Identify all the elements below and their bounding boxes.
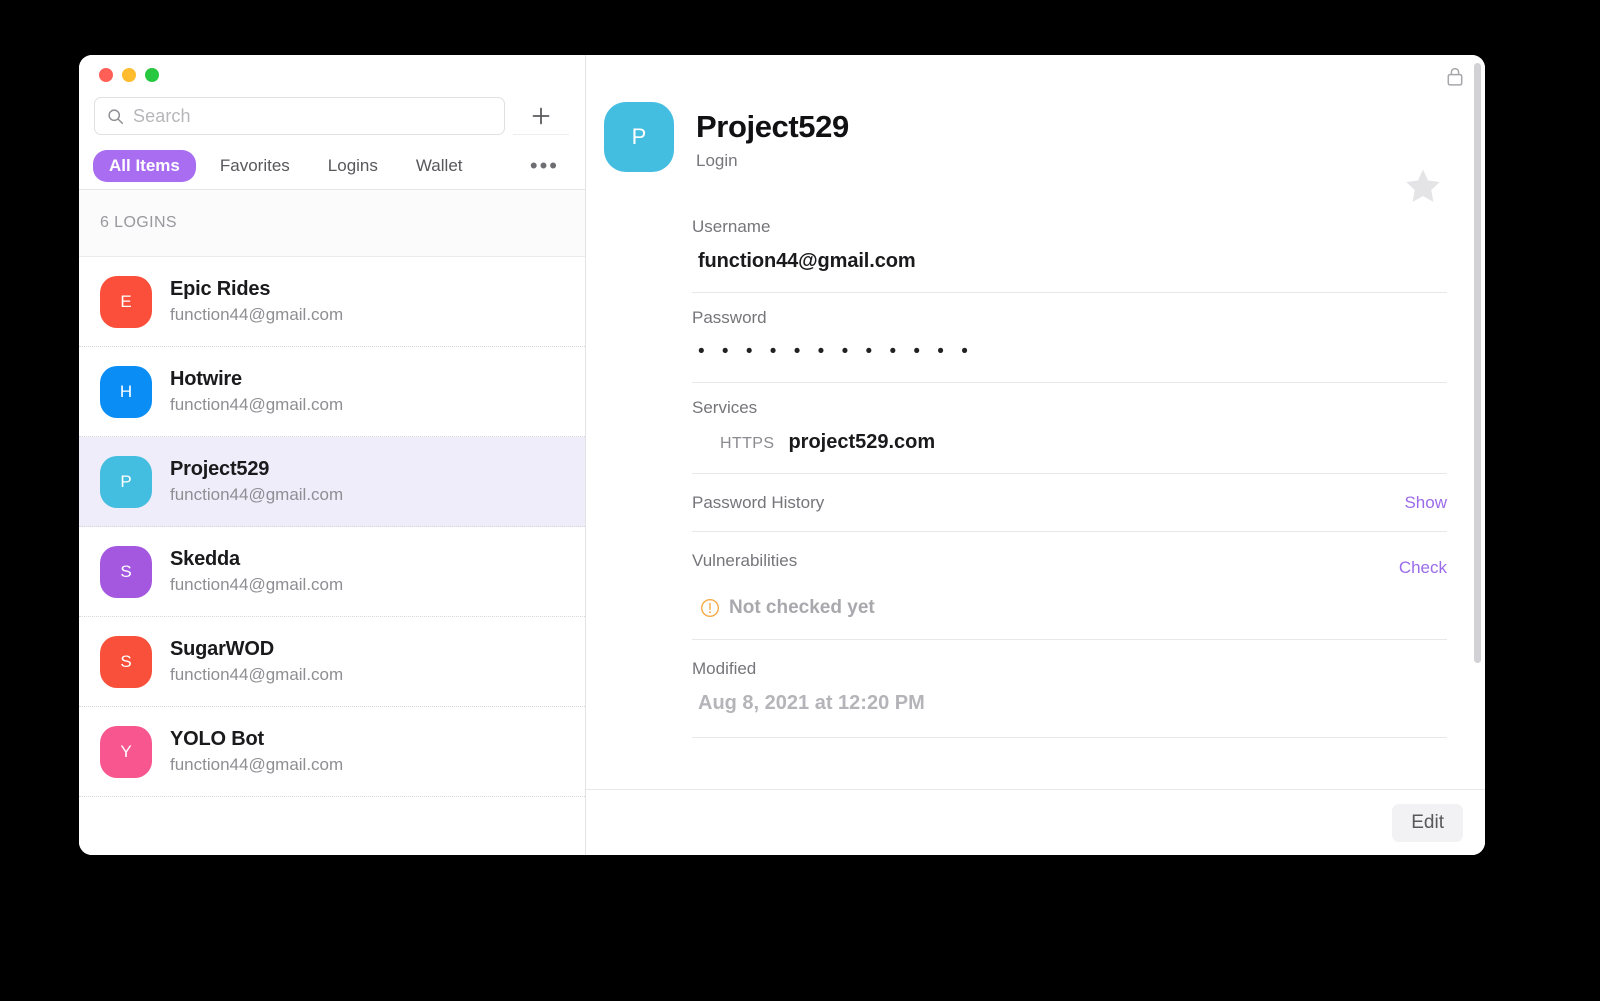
list-item-title: Epic Rides <box>170 278 271 300</box>
search-row: Search <box>79 90 585 142</box>
filter-tabs: All Items Favorites Logins Wallet ••• <box>79 142 585 190</box>
list-item-text: SugarWOD function44@gmail.com <box>170 638 343 685</box>
service-scheme: HTTPS <box>720 435 775 452</box>
list-item-subtitle: function44@gmail.com <box>170 485 344 504</box>
list-item[interactable]: E Epic Rides function44@gmail.com <box>79 257 585 347</box>
detail-scroll-area: P Project529 Login Username function44@g… <box>586 55 1485 789</box>
list-item-subtitle: function44@gmail.com <box>170 665 344 684</box>
avatar: H <box>100 365 152 418</box>
username-field[interactable]: Username function44@gmail.com <box>692 202 1447 293</box>
password-label: Password <box>692 308 767 327</box>
warning-circle-icon <box>700 598 720 618</box>
window-controls <box>79 55 585 90</box>
vulnerabilities-header: Vulnerabilities Check <box>692 551 1447 584</box>
lock-closed-icon <box>1447 67 1463 86</box>
list-item-title: Hotwire <box>170 368 242 390</box>
modified-block: Modified Aug 8, 2021 at 12:20 PM <box>692 640 1447 738</box>
list-item-title: Project529 <box>170 458 270 480</box>
modified-value: Aug 8, 2021 at 12:20 PM <box>698 692 925 714</box>
avatar: S <box>100 545 152 598</box>
services-field: Services HTTPS project529.com <box>692 383 1447 474</box>
search-placeholder: Search <box>133 105 191 126</box>
avatar: S <box>100 635 152 688</box>
username-label: Username <box>692 217 771 236</box>
service-entry[interactable]: HTTPS project529.com <box>692 431 1447 454</box>
avatar: P <box>100 455 152 508</box>
detail-avatar: P <box>604 102 674 172</box>
password-masked-value: • • • • • • • • • • • • <box>698 341 974 362</box>
show-password-history-button[interactable]: Show <box>1404 493 1447 513</box>
zoom-button[interactable] <box>145 68 159 82</box>
detail-footer: Edit <box>586 789 1485 855</box>
services-label: Services <box>692 398 758 417</box>
list-item[interactable]: S Skedda function44@gmail.com <box>79 527 585 617</box>
add-item-button[interactable] <box>513 97 569 135</box>
modified-label: Modified <box>692 659 757 678</box>
detail-scrollbar[interactable] <box>1474 63 1481 663</box>
star-icon[interactable] <box>1403 167 1443 205</box>
avatar: Y <box>100 725 152 778</box>
list-item[interactable]: H Hotwire function44@gmail.com <box>79 347 585 437</box>
item-type-label: Login <box>696 151 738 170</box>
detail-header: P Project529 Login <box>586 55 1485 172</box>
detail-fields: Username function44@gmail.com Password •… <box>692 202 1447 738</box>
close-button[interactable] <box>99 68 113 82</box>
list-item-subtitle: function44@gmail.com <box>170 395 344 414</box>
tab-logins[interactable]: Logins <box>314 150 392 182</box>
search-input[interactable]: Search <box>94 97 505 135</box>
list-item-text: Skedda function44@gmail.com <box>170 548 343 595</box>
password-history-row: Password History Show <box>692 474 1447 532</box>
vulnerabilities-label: Vulnerabilities <box>692 551 798 570</box>
list-item-title: YOLO Bot <box>170 728 264 750</box>
username-value: function44@gmail.com <box>698 250 916 272</box>
tab-favorites[interactable]: Favorites <box>206 150 304 182</box>
list-item-text: Project529 function44@gmail.com <box>170 458 343 505</box>
list-item-text: Epic Rides function44@gmail.com <box>170 278 343 325</box>
avatar: E <box>100 275 152 328</box>
list-item-title: SugarWOD <box>170 638 274 660</box>
list-item-subtitle: function44@gmail.com <box>170 575 344 594</box>
tab-wallet[interactable]: Wallet <box>402 150 477 182</box>
sidebar: Search All Items Favorites Logins Wallet… <box>79 55 586 855</box>
service-host: project529.com <box>788 431 936 453</box>
list-item[interactable]: S SugarWOD function44@gmail.com <box>79 617 585 707</box>
app-window: Search All Items Favorites Logins Wallet… <box>79 55 1485 855</box>
page-title: Project529 <box>696 109 849 144</box>
password-history-label: Password History <box>692 493 825 512</box>
check-vulnerabilities-button[interactable]: Check <box>1399 558 1447 578</box>
vulnerabilities-block: Vulnerabilities Check Not checked yet <box>692 532 1447 640</box>
list-item-title: Skedda <box>170 548 240 570</box>
item-list: E Epic Rides function44@gmail.com H Hotw… <box>79 257 585 855</box>
detail-pane: P Project529 Login Username function44@g… <box>586 55 1485 855</box>
minimize-button[interactable] <box>122 68 136 82</box>
screen-root: Search All Items Favorites Logins Wallet… <box>0 0 1600 1001</box>
list-group-header: 6 LOGINS <box>79 190 585 257</box>
list-item-text: YOLO Bot function44@gmail.com <box>170 728 343 775</box>
plus-icon <box>532 107 550 124</box>
list-item-subtitle: function44@gmail.com <box>170 305 344 324</box>
more-tabs-button[interactable]: ••• <box>530 154 571 176</box>
list-item[interactable]: Y YOLO Bot function44@gmail.com <box>79 707 585 797</box>
list-item-subtitle: function44@gmail.com <box>170 755 344 774</box>
vulnerabilities-status: Not checked yet <box>692 597 1447 619</box>
edit-button[interactable]: Edit <box>1392 803 1463 842</box>
password-field[interactable]: Password • • • • • • • • • • • • <box>692 293 1447 383</box>
tab-all-items[interactable]: All Items <box>93 149 196 182</box>
list-item-text: Hotwire function44@gmail.com <box>170 368 343 415</box>
search-icon <box>108 108 124 124</box>
list-item-selected[interactable]: P Project529 function44@gmail.com <box>79 437 585 527</box>
detail-scrollbar-thumb[interactable] <box>1474 63 1481 663</box>
detail-titles: Project529 Login <box>696 102 849 171</box>
vulnerabilities-status-text: Not checked yet <box>729 597 875 618</box>
